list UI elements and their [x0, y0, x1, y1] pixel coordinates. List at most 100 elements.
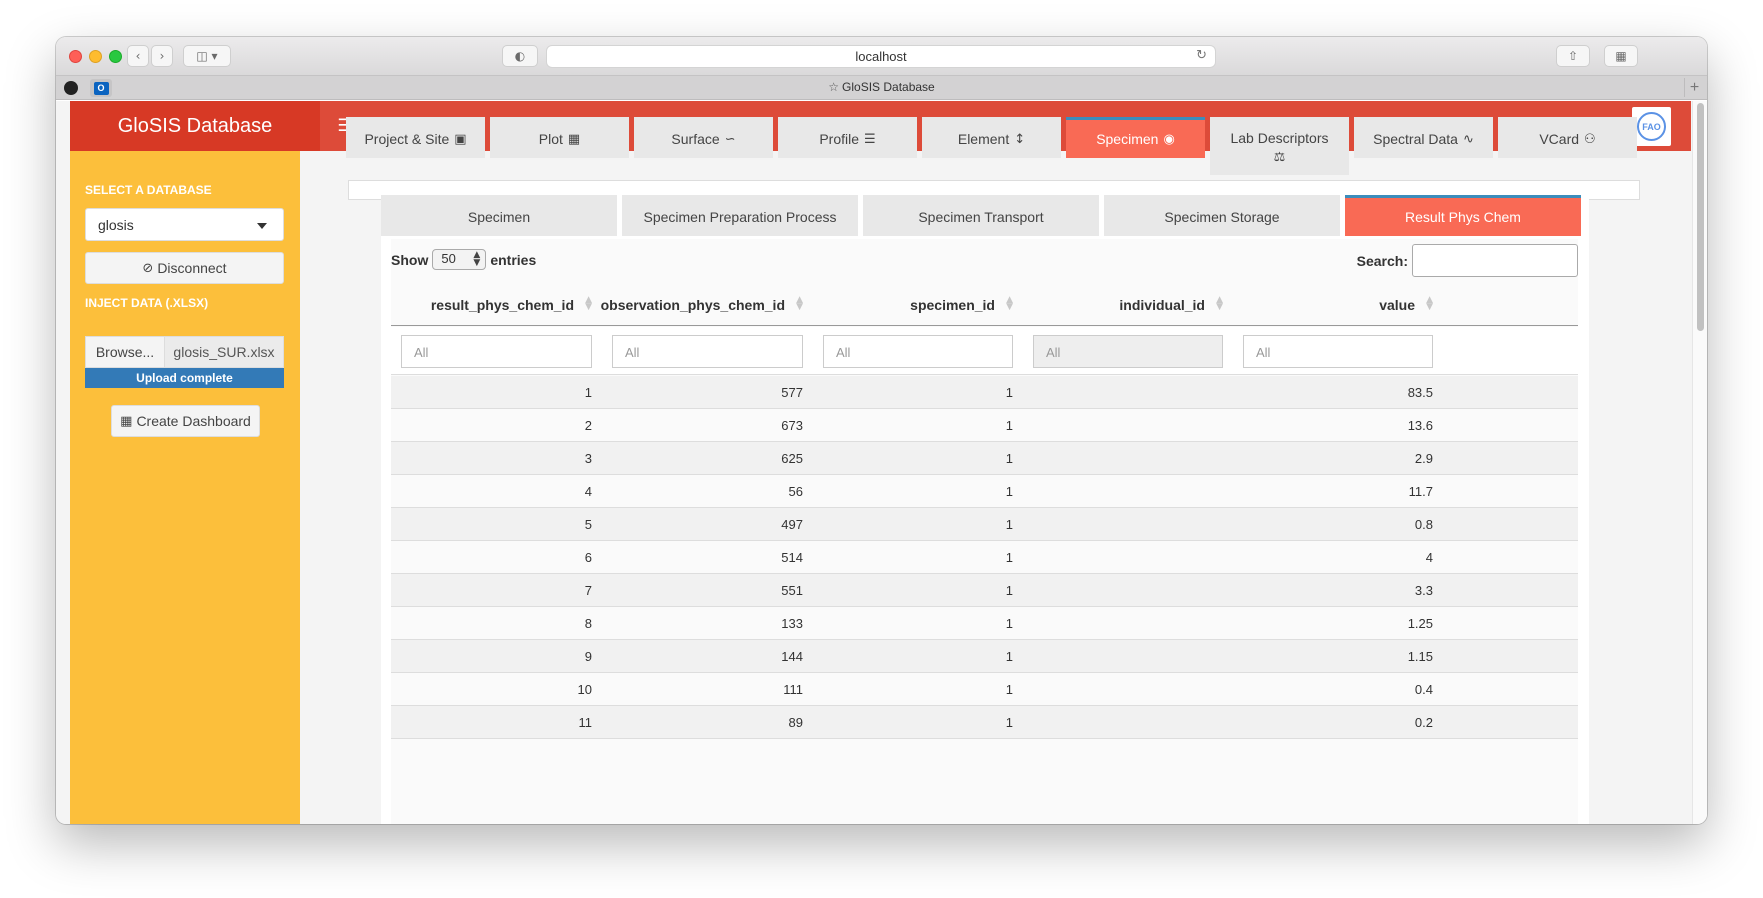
table-cell-observation-phys-chem-id: 673: [781, 417, 803, 433]
upload-progress-bar: Upload complete: [85, 368, 284, 388]
filter-cell: All: [813, 327, 1023, 374]
zoom-window-button[interactable]: [109, 50, 122, 63]
table-cell-observation-phys-chem-id: 56: [788, 483, 803, 499]
table-cell-result-phys-chem-id: 7: [584, 582, 592, 598]
page-scrollbar[interactable]: [1692, 101, 1707, 824]
table-row[interactable]: 6 514 1 4: [391, 541, 1578, 574]
tab-lab-descriptors[interactable]: Lab Descriptors ⚖: [1210, 117, 1349, 175]
browser-tab-title: GloSIS Database: [842, 80, 935, 94]
table-row[interactable]: 10 111 1 0.4: [391, 673, 1578, 706]
table-cell-value: 3.3: [1414, 582, 1433, 598]
subtab-specimen-storage[interactable]: Specimen Storage: [1104, 195, 1340, 236]
table-cell-value: 1.25: [1407, 615, 1433, 631]
search-input[interactable]: [1412, 244, 1578, 277]
new-tab-button[interactable]: +: [1684, 78, 1704, 97]
tab-label: Spectral Data: [1373, 131, 1458, 147]
column-header-specimen-id[interactable]: specimen_id ▲ ▼: [813, 283, 1023, 326]
tab-surface[interactable]: Surface ∽: [634, 117, 773, 158]
back-icon[interactable]: ‹: [127, 45, 149, 67]
create-dashboard-button[interactable]: ▦ Create Dashboard: [111, 405, 260, 437]
filter-input-specimen-id[interactable]: All: [823, 335, 1013, 368]
column-header-individual-id[interactable]: individual_id ▲ ▼: [1023, 283, 1233, 326]
table-cell-result-phys-chem-id: 3: [584, 450, 592, 466]
table-row[interactable]: 1 577 1 83.5: [391, 376, 1578, 409]
scrollbar-thumb[interactable]: [1697, 103, 1704, 331]
table-header: result_phys_chem_id ▲ ▼ observation_phys_c…: [391, 283, 1578, 326]
table-row[interactable]: 11 89 1 0.2: [391, 706, 1578, 739]
table-row[interactable]: 8 133 1 1.25: [391, 607, 1578, 640]
disconnect-button[interactable]: ⊘ Disconnect: [85, 252, 284, 284]
file-name-field: glosis_SUR.xlsx: [165, 337, 283, 367]
tab-label: Profile: [819, 131, 860, 147]
table-cell-result-phys-chem-id: 1: [584, 384, 592, 400]
close-window-button[interactable]: [69, 50, 82, 63]
table-cell-individual-id: [1023, 442, 1233, 474]
privacy-shield-icon[interactable]: ◐: [502, 45, 538, 67]
table-cell-value: 13.6: [1407, 417, 1433, 433]
minimize-window-button[interactable]: [89, 50, 102, 63]
table-cell-specimen-id: 1: [1005, 450, 1013, 466]
subtab-specimen-preparation-process[interactable]: Specimen Preparation Process: [622, 195, 858, 236]
table-cell-observation-phys-chem-id: 514: [781, 549, 803, 565]
updown-arrows-icon: ▲ ▼: [473, 250, 481, 268]
filter-input-result-phys-chem-id[interactable]: All: [401, 335, 592, 368]
table-cell-value: 0.4: [1414, 681, 1433, 697]
table-cell-value: 0.2: [1414, 714, 1433, 730]
page-length-select[interactable]: 50 ▲ ▼: [432, 249, 487, 270]
filter-input-observation-phys-chem-id[interactable]: All: [612, 335, 803, 368]
address-bar[interactable]: localhost ↻: [546, 45, 1216, 68]
table-row[interactable]: 5 497 1 0.8: [391, 508, 1578, 541]
tab-vcard[interactable]: VCard ⚇: [1498, 117, 1637, 158]
subtab-specimen-transport[interactable]: Specimen Transport: [863, 195, 1099, 236]
table-cell-result-phys-chem-id: 9: [584, 648, 592, 664]
main-tab-bar: Project & Site ▣ Plot ▦ Surface ∽ Profile ☰ …: [346, 117, 1642, 177]
database-select[interactable]: glosis: [85, 208, 284, 241]
tab-element[interactable]: Element ↕: [922, 117, 1061, 158]
table-cell-specimen-id: 1: [1005, 615, 1013, 631]
table-row[interactable]: 9 144 1 1.15: [391, 640, 1578, 673]
sidebar-toggle-icon[interactable]: ◫ ▾: [183, 45, 231, 67]
table-cell-specimen-id: 1: [1005, 681, 1013, 697]
table-body: 1 577 1 83.5 2 673 1 13.6 3 625 1 2.9 4 56 1 11.7 5 497 1 0…: [391, 376, 1578, 739]
tab-profile[interactable]: Profile ☰: [778, 117, 917, 158]
table-row[interactable]: 7 551 1 3.3: [391, 574, 1578, 607]
reload-icon[interactable]: ↻: [1196, 48, 1207, 63]
tab-plot[interactable]: Plot ▦: [490, 117, 629, 158]
sort-icon: ▲ ▼: [1006, 295, 1013, 312]
column-header-value[interactable]: value ▲ ▼: [1233, 283, 1443, 326]
filter-cell: All: [391, 327, 602, 374]
column-header-result-phys-chem-id[interactable]: result_phys_chem_id ▲ ▼: [391, 283, 602, 326]
page-length-value: 50: [441, 251, 456, 266]
table-row[interactable]: 2 673 1 13.6: [391, 409, 1578, 442]
subtab-result-phys-chem[interactable]: Result Phys Chem: [1345, 195, 1581, 236]
filter-input-value[interactable]: All: [1243, 335, 1433, 368]
specimen-panel: Specimen Specimen Preparation Process Sp…: [381, 195, 1589, 824]
tab-label: Element: [957, 131, 1010, 147]
column-header-label: individual_id: [1119, 296, 1205, 313]
column-header-label: result_phys_chem_id: [430, 296, 574, 313]
browse-button[interactable]: Browse...: [86, 337, 165, 367]
tab-project-site[interactable]: Project & Site ▣: [346, 117, 485, 158]
forward-icon[interactable]: ›: [151, 45, 173, 67]
table-row[interactable]: 3 625 1 2.9: [391, 442, 1578, 475]
sidebar: SELECT A DATABASE glosis ⊘ Disconnect IN…: [70, 151, 300, 824]
share-icon[interactable]: ⇧: [1556, 45, 1590, 67]
table-cell-result-phys-chem-id: 4: [584, 483, 592, 499]
disconnect-label: Disconnect: [157, 260, 227, 276]
app-title[interactable]: GloSIS Database: [70, 101, 320, 151]
table-cell-observation-phys-chem-id: 625: [781, 450, 803, 466]
tab-specimen[interactable]: Specimen ◉: [1066, 117, 1205, 158]
signature-icon: ∿: [1462, 131, 1474, 147]
table-cell-individual-id: [1023, 640, 1233, 672]
table-cell-specimen-id: 1: [1005, 516, 1013, 532]
browser-tab[interactable]: ☆ GloSIS Database: [56, 80, 1707, 94]
url-text: localhost: [855, 49, 907, 64]
sack-icon: ◉: [1163, 131, 1175, 147]
file-upload-input[interactable]: Browse... glosis_SUR.xlsx: [85, 336, 284, 368]
tab-overview-icon[interactable]: ▦: [1604, 45, 1638, 67]
table-row[interactable]: 4 56 1 11.7: [391, 475, 1578, 508]
tab-spectral-data[interactable]: Spectral Data ∿: [1354, 117, 1493, 158]
column-header-observation-phys-chem-id[interactable]: observation_phys_chem_id ▲ ▼: [601, 283, 813, 326]
tab-label: Plot: [538, 131, 563, 147]
subtab-specimen[interactable]: Specimen: [381, 195, 617, 236]
